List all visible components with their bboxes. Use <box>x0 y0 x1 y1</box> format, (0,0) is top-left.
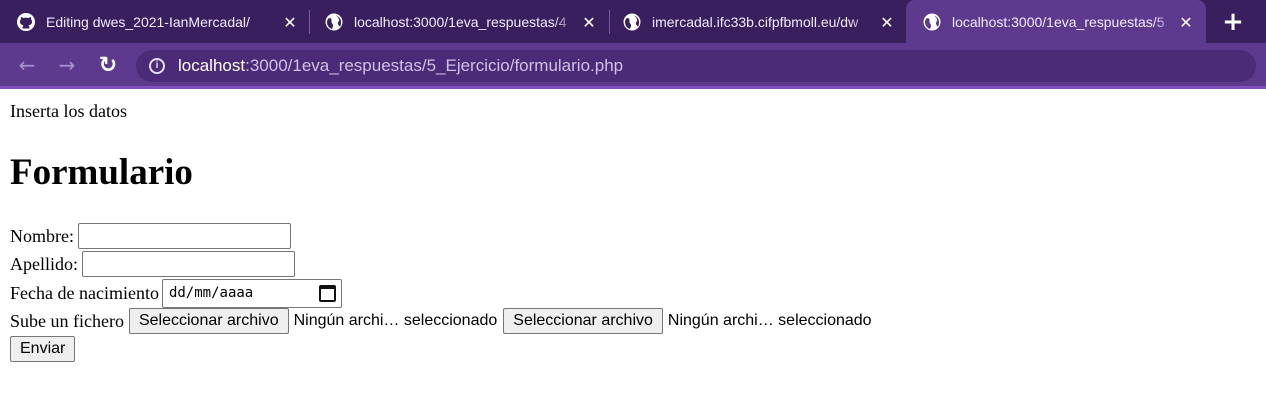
browser-tabstrip: Editing dwes_2021-IanMercadal/ ✕ localho… <box>0 0 1266 43</box>
close-tab-icon[interactable]: ✕ <box>280 12 300 32</box>
url-path: :3000/1eva_respuestas/5_Ejercicio/formul… <box>245 56 624 75</box>
tab-title: localhost:3000/1eva_respuestas/4 <box>354 12 576 32</box>
fichero-label: Sube un fichero <box>10 310 124 331</box>
nombre-label: Nombre: <box>10 225 74 246</box>
close-tab-icon[interactable]: ✕ <box>877 12 897 32</box>
browser-tab-active[interactable]: localhost:3000/1eva_respuestas/5 ✕ <box>906 0 1206 43</box>
page-title: Formulario <box>10 152 193 193</box>
file-status-text: Ningún archi… seleccionado <box>667 312 872 329</box>
browser-toolbar: ← → ↻ i localhost:3000/1eva_respuestas/5… <box>0 43 1266 89</box>
intro-text: Inserta los datos <box>10 101 127 121</box>
fichero-row: Sube un fichero Seleccionar archivo Ning… <box>10 307 878 335</box>
apellido-input[interactable] <box>82 251 295 277</box>
fecha-row: Fecha de nacimiento dd/mm/aaaa <box>10 278 342 308</box>
globe-icon <box>923 13 941 31</box>
github-icon <box>17 13 35 31</box>
calendar-icon[interactable] <box>318 284 336 302</box>
choose-file-button[interactable]: Seleccionar archivo <box>503 308 663 334</box>
file-status-text: Ningún archi… seleccionado <box>293 312 498 329</box>
tab-title: Editing dwes_2021-IanMercadal/ <box>46 12 272 32</box>
fecha-date-input[interactable]: dd/mm/aaaa <box>161 278 342 308</box>
browser-tab[interactable]: Editing dwes_2021-IanMercadal/ ✕ <box>0 0 308 43</box>
forward-button[interactable]: → <box>54 52 80 78</box>
submit-row: Enviar <box>10 335 76 363</box>
nombre-row: Nombre: <box>10 222 291 250</box>
reload-button[interactable]: ↻ <box>95 52 121 78</box>
address-bar[interactable]: i localhost:3000/1eva_respuestas/5_Ejerc… <box>136 50 1256 82</box>
submit-button[interactable]: Enviar <box>10 336 76 362</box>
apellido-label: Apellido: <box>10 253 78 274</box>
browser-tab[interactable]: localhost:3000/1eva_respuestas/4 ✕ <box>310 0 608 43</box>
url-text[interactable]: localhost:3000/1eva_respuestas/5_Ejercic… <box>178 56 623 76</box>
back-button[interactable]: ← <box>14 52 40 78</box>
close-tab-icon[interactable]: ✕ <box>579 12 599 32</box>
browser-tab[interactable]: imercadal.ifc33b.cifpfbmoll.eu/dw ✕ <box>610 0 906 43</box>
close-tab-icon[interactable]: ✕ <box>1176 12 1196 32</box>
choose-file-button[interactable]: Seleccionar archivo <box>128 308 289 334</box>
nombre-input[interactable] <box>77 223 291 249</box>
tab-title: imercadal.ifc33b.cifpfbmoll.eu/dw <box>652 12 872 32</box>
info-icon[interactable]: i <box>149 58 165 74</box>
tab-title: localhost:3000/1eva_respuestas/5 <box>952 12 1176 32</box>
new-tab-button[interactable]: + <box>1216 7 1250 37</box>
fecha-label: Fecha de nacimiento <box>10 282 159 303</box>
globe-icon <box>325 13 343 31</box>
url-host: localhost <box>178 56 246 75</box>
globe-icon <box>623 13 641 31</box>
date-placeholder: dd/mm/aaaa <box>168 284 254 301</box>
page-content: Inserta los datos Formulario Nombre: Ape… <box>0 92 1266 409</box>
apellido-row: Apellido: <box>10 250 295 278</box>
